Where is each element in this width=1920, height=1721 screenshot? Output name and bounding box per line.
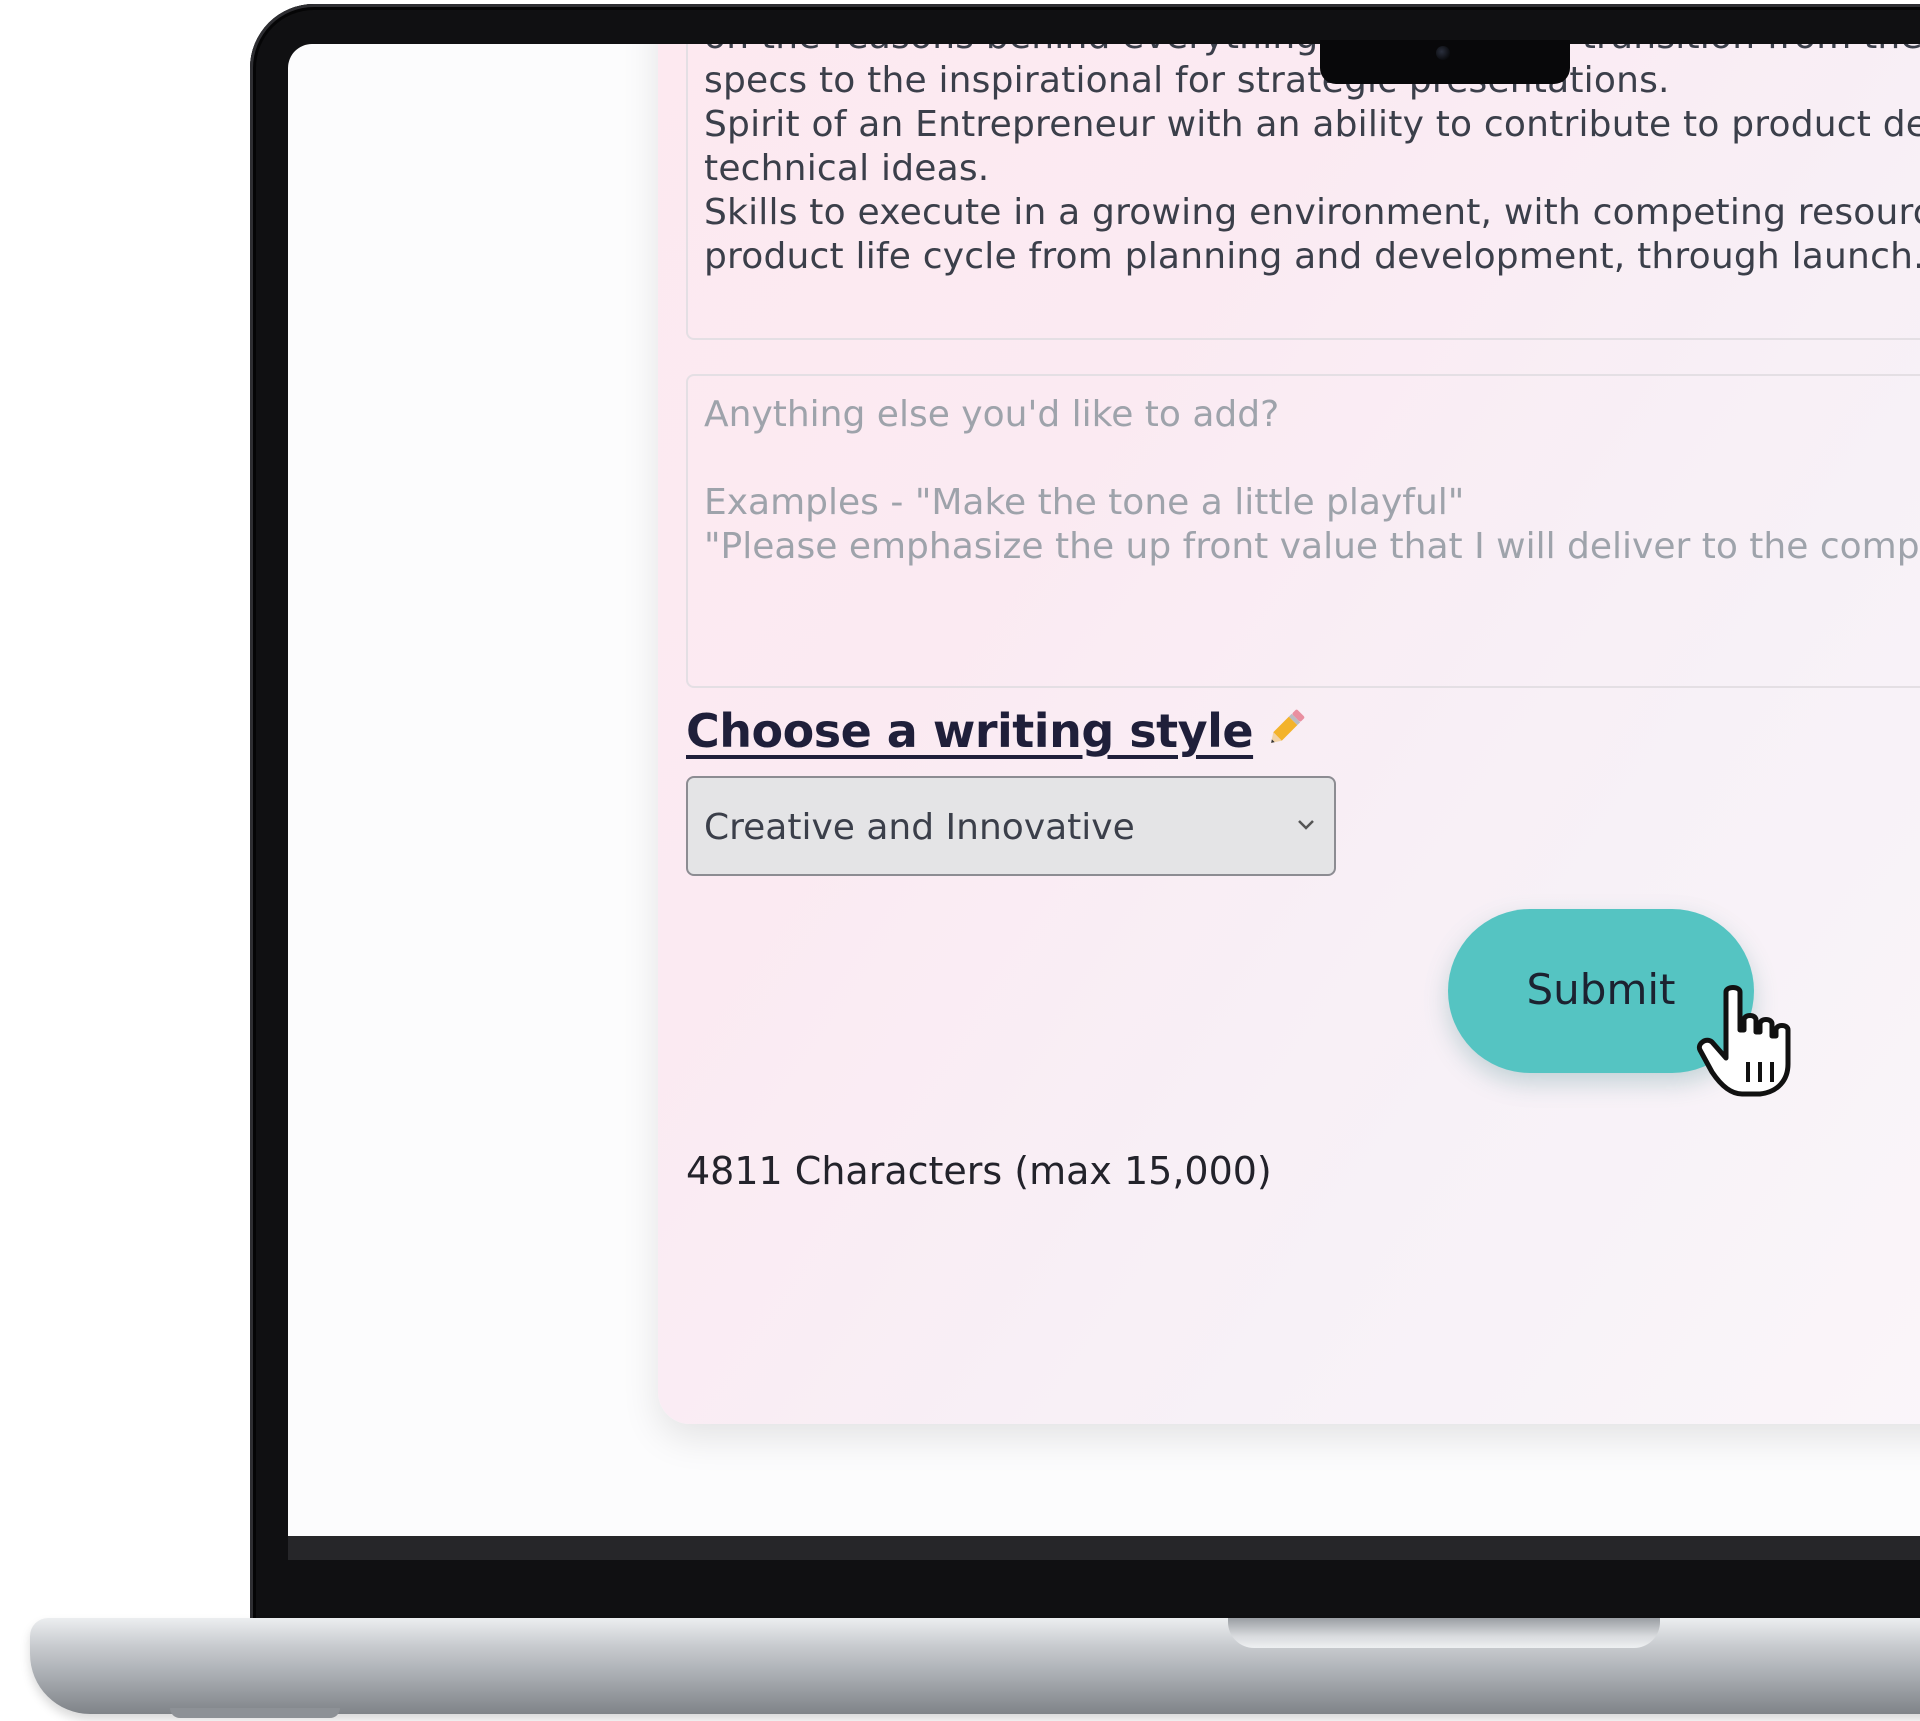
writing-style-select[interactable]: Creative and Innovative	[686, 776, 1336, 876]
placeholder-line: Examples - "Make the tone a little playf…	[704, 482, 1465, 523]
placeholder-line: "Please emphasize the up front value tha…	[704, 526, 1920, 567]
text-line: technical ideas.	[704, 148, 990, 189]
form-panel: on the reasons behind everything you do.…	[658, 44, 1920, 1424]
writing-style-heading-text: Choose a writing style	[686, 704, 1254, 758]
laptop-foot	[170, 1708, 340, 1718]
pencil-icon	[1263, 705, 1309, 762]
chevron-down-icon	[1298, 820, 1314, 830]
text-line: on the reasons behind everything you do.…	[704, 44, 1920, 57]
laptop-mockup: on the reasons behind everything you do.…	[0, 0, 1920, 1721]
resume-text-area[interactable]: on the reasons behind everything you do.…	[686, 44, 1920, 340]
placeholder-line: Anything else you'd like to add?	[704, 394, 1280, 435]
character-count: 4811 Characters (max 15,000)	[686, 1149, 1272, 1193]
text-line: Spirit of an Entrepreneur with an abilit…	[704, 104, 1920, 145]
laptop-screen: on the reasons behind everything you do.…	[288, 44, 1920, 1536]
camera-icon	[1436, 46, 1450, 60]
writing-style-selected-value: Creative and Innovative	[704, 807, 1135, 848]
additional-instructions-field[interactable]: Anything else you'd like to add? Example…	[686, 374, 1920, 688]
text-line: Skills to execute in a growing environme…	[704, 192, 1920, 233]
text-line: product life cycle from planning and dev…	[704, 236, 1920, 277]
hand-pointer-icon	[1696, 985, 1791, 1097]
writing-style-heading: Choose a writing style	[686, 704, 1309, 762]
screen-chin	[288, 1536, 1920, 1560]
trackpad-notch	[1228, 1618, 1660, 1648]
